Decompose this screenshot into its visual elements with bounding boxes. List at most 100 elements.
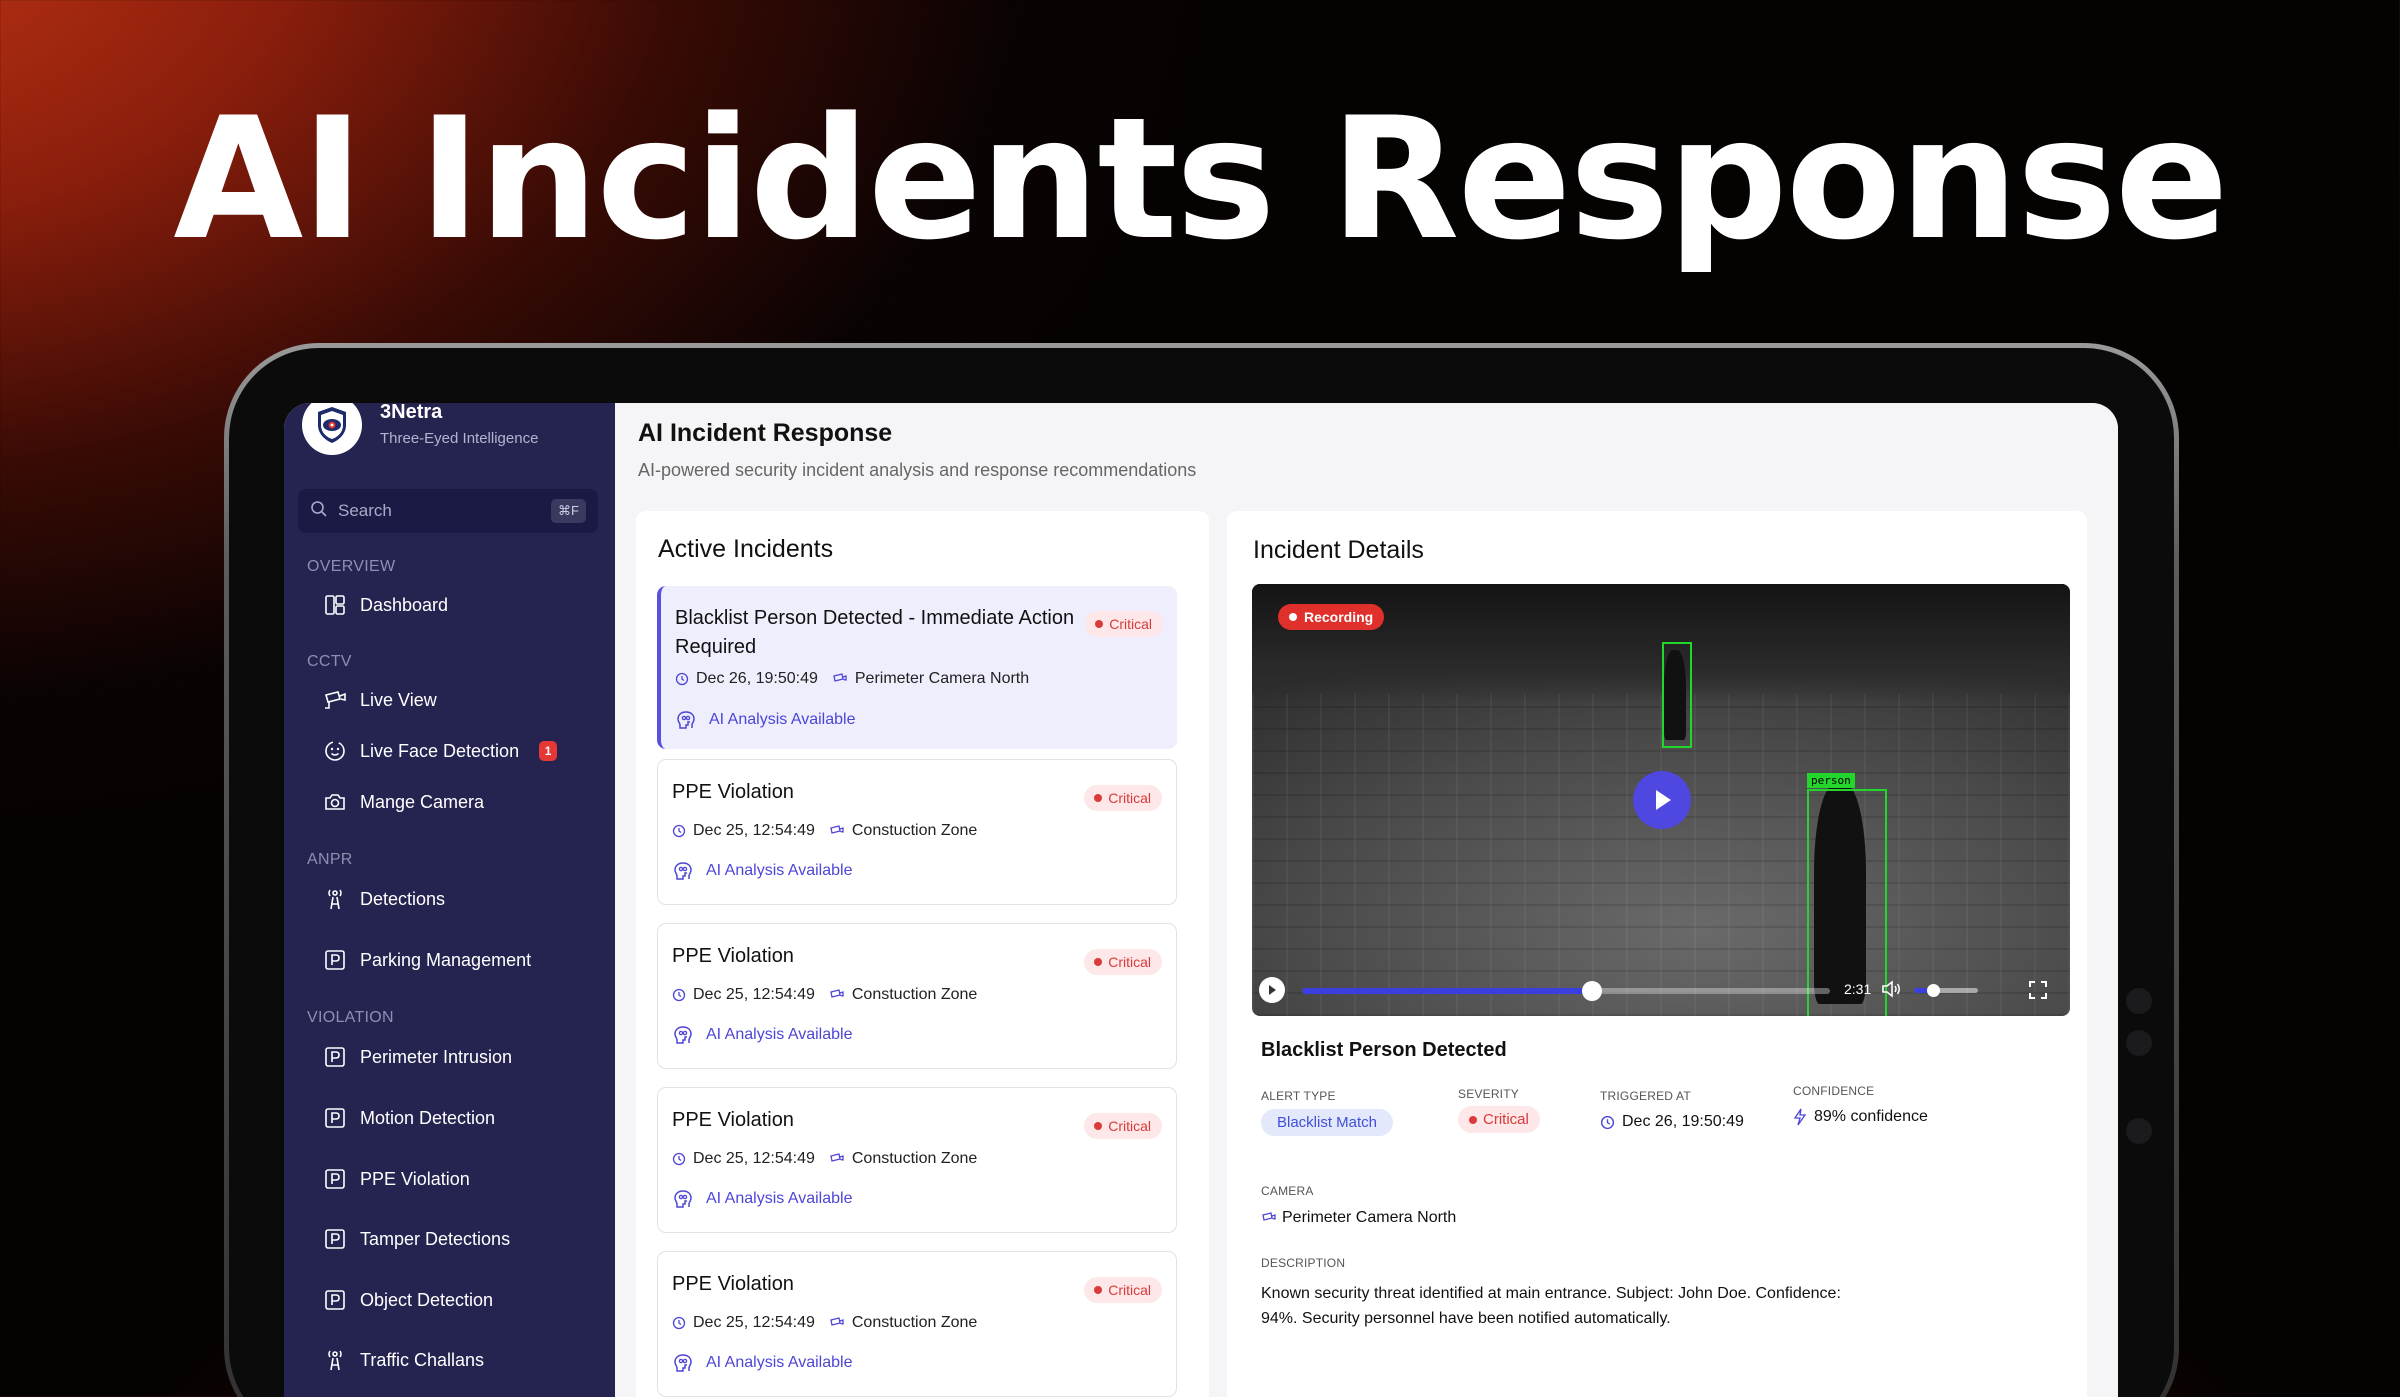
sidebar-item-label: Tamper Detections [360,1228,511,1249]
active-incidents-panel: Active Incidents Blacklist Person Detect… [636,511,1209,1397]
parking-icon [322,1226,348,1252]
alert-type-badge: Blacklist Match [1261,1109,1394,1136]
incident-time: Dec 25, 12:54:49 [693,986,815,1003]
clock-icon [1600,1115,1615,1130]
incident-card[interactable]: PPE Violation Critical Dec 25, 12:54:49 … [657,1251,1177,1397]
incident-card[interactable]: PPE Violation Critical Dec 25, 12:54:49 … [657,759,1177,905]
seek-bar[interactable] [1302,981,1830,1001]
video-time: 2:31 [1844,981,1872,997]
video-player[interactable]: Recording person 2:31 [1252,584,2070,1016]
sidebar-item-tamper-detections[interactable]: Tamper Detections [322,1224,510,1254]
clock-icon [675,672,689,686]
sidebar-item-label: Detections [360,888,446,909]
parking-icon [322,947,348,973]
search-input[interactable]: Search ⌘F [298,489,598,533]
sidebar-item-dashboard[interactable]: Dashboard [322,590,448,620]
page-subtitle: AI-powered security incident analysis an… [638,460,1197,480]
triggered-at-label: TRIGGERED AT [1600,1089,1691,1103]
sidebar-item-motion-detection[interactable]: Motion Detection [322,1103,495,1133]
tablet-button [2126,1118,2152,1144]
tablet-button [2126,988,2152,1014]
antenna-icon [322,886,348,912]
ai-analysis-link[interactable]: AI Analysis Available [672,1024,852,1046]
sidebar-item-parking-management[interactable]: Parking Management [322,945,531,975]
description-label: DESCRIPTION [1261,1256,1346,1270]
volume-slider[interactable] [1914,984,1978,997]
sidebar-item-live-face-detection[interactable]: Live Face Detection 1 [322,736,558,766]
ai-analysis-link[interactable]: AI Analysis Available [672,860,852,882]
ai-analysis-link[interactable]: AI Analysis Available [675,709,855,731]
sidebar-item-object-detection[interactable]: Object Detection [322,1285,493,1315]
sidebar-item-label: Live Face Detection [360,740,520,761]
seek-progress [1302,988,1593,994]
video-scene-backdrop [1252,584,2070,704]
severity-label: SEVERITY [1458,1087,1519,1101]
search-icon [310,500,328,523]
incident-time: Dec 25, 12:54:49 [693,1314,815,1331]
triggered-at-value: Dec 26, 19:50:49 [1600,1113,1744,1131]
incident-location: Constuction Zone [851,1150,978,1167]
search-placeholder: Search [338,501,392,520]
parking-icon [322,1044,348,1070]
main-content: AI Incident Response AI-powered security… [615,403,2118,1397]
incident-card[interactable]: PPE Violation Critical Dec 25, 12:54:49 … [657,923,1177,1069]
sidebar-item-traffic-challans[interactable]: Traffic Challans [322,1345,484,1375]
sidebar-item-live-view[interactable]: Live View [322,685,437,715]
incident-description: Known security threat identified at main… [1261,1285,1841,1327]
incident-time: Dec 25, 12:54:49 [693,1150,815,1167]
ai-analysis-link[interactable]: AI Analysis Available [672,1352,852,1374]
incident-meta: Dec 25, 12:54:49 Constuction Zone [672,986,977,1004]
sidebar-item-label: Parking Management [360,949,532,970]
ai-analysis-link[interactable]: AI Analysis Available [672,1188,852,1210]
clock-icon [672,1152,686,1166]
seek-handle[interactable] [1582,981,1603,1001]
incident-location: Perimeter Camera North [854,670,1030,687]
incident-heading: Blacklist Person Detected [1261,1039,1507,1061]
sidebar-item-label: Motion Detection [360,1107,496,1128]
play-icon [1269,985,1276,995]
camera-icon [829,1316,845,1330]
video-controls: 2:31 [1252,966,2070,1016]
camera-icon [1261,1211,1277,1225]
brand-logo-icon [302,403,362,455]
sidebar-item-label: Perimeter Intrusion [360,1046,513,1067]
incident-title: PPE Violation [672,945,794,967]
clock-icon [672,1316,686,1330]
incident-card[interactable]: PPE Violation Critical Dec 25, 12:54:49 … [657,1087,1177,1233]
sidebar-item-label: PPE Violation [360,1168,470,1189]
dashboard-icon [322,592,348,618]
severity-badge: Critical [1084,785,1162,811]
recording-badge: Recording [1278,604,1385,630]
volume-handle[interactable] [1927,984,1941,997]
play-button[interactable] [1633,771,1691,829]
parking-icon [322,1105,348,1131]
face-scan-icon [322,738,348,764]
sidebar-item-perimeter-intrusion[interactable]: Perimeter Intrusion [322,1042,512,1072]
detection-label: person [1807,773,1855,788]
severity-badge: Critical [1458,1106,1540,1133]
clock-icon [672,988,686,1002]
brand-tagline: Three-Eyed Intelligence [380,430,539,447]
incident-title: PPE Violation [672,1273,794,1295]
app-screen: 3Netra Three-Eyed Intelligence Search ⌘F… [284,403,2118,1397]
brand[interactable]: 3Netra Three-Eyed Intelligence [302,403,538,455]
sidebar-item-manage-camera[interactable]: Mange Camera [322,787,484,817]
sidebar-item-detections[interactable]: Detections [322,884,445,914]
volume-icon[interactable] [1880,979,1902,1004]
sidebar-item-label: Object Detection [360,1289,494,1310]
alert-type-label: ALERT TYPE [1261,1089,1336,1103]
incident-meta: Dec 25, 12:54:49 Constuction Zone [672,1150,977,1168]
sidebar-item-label: Traffic Challans [360,1349,485,1370]
confidence-label: CONFIDENCE [1793,1084,1875,1098]
brand-name: 3Netra [380,403,443,423]
incident-meta: Dec 25, 12:54:49 Constuction Zone [672,822,977,840]
incident-card[interactable]: Blacklist Person Detected - Immediate Ac… [657,586,1177,749]
lightning-icon [1793,1108,1807,1126]
fullscreen-icon[interactable] [2027,979,2049,1006]
play-toggle-button[interactable] [1259,977,1285,1003]
confidence-value: 89% confidence [1793,1108,1928,1126]
incident-meta: Dec 26, 19:50:49 Perimeter Camera North [675,670,1029,688]
sidebar-item-ppe-violation[interactable]: PPE Violation [322,1164,470,1194]
section-cctv: CCTV [307,653,352,670]
brain-icon [672,1024,694,1046]
